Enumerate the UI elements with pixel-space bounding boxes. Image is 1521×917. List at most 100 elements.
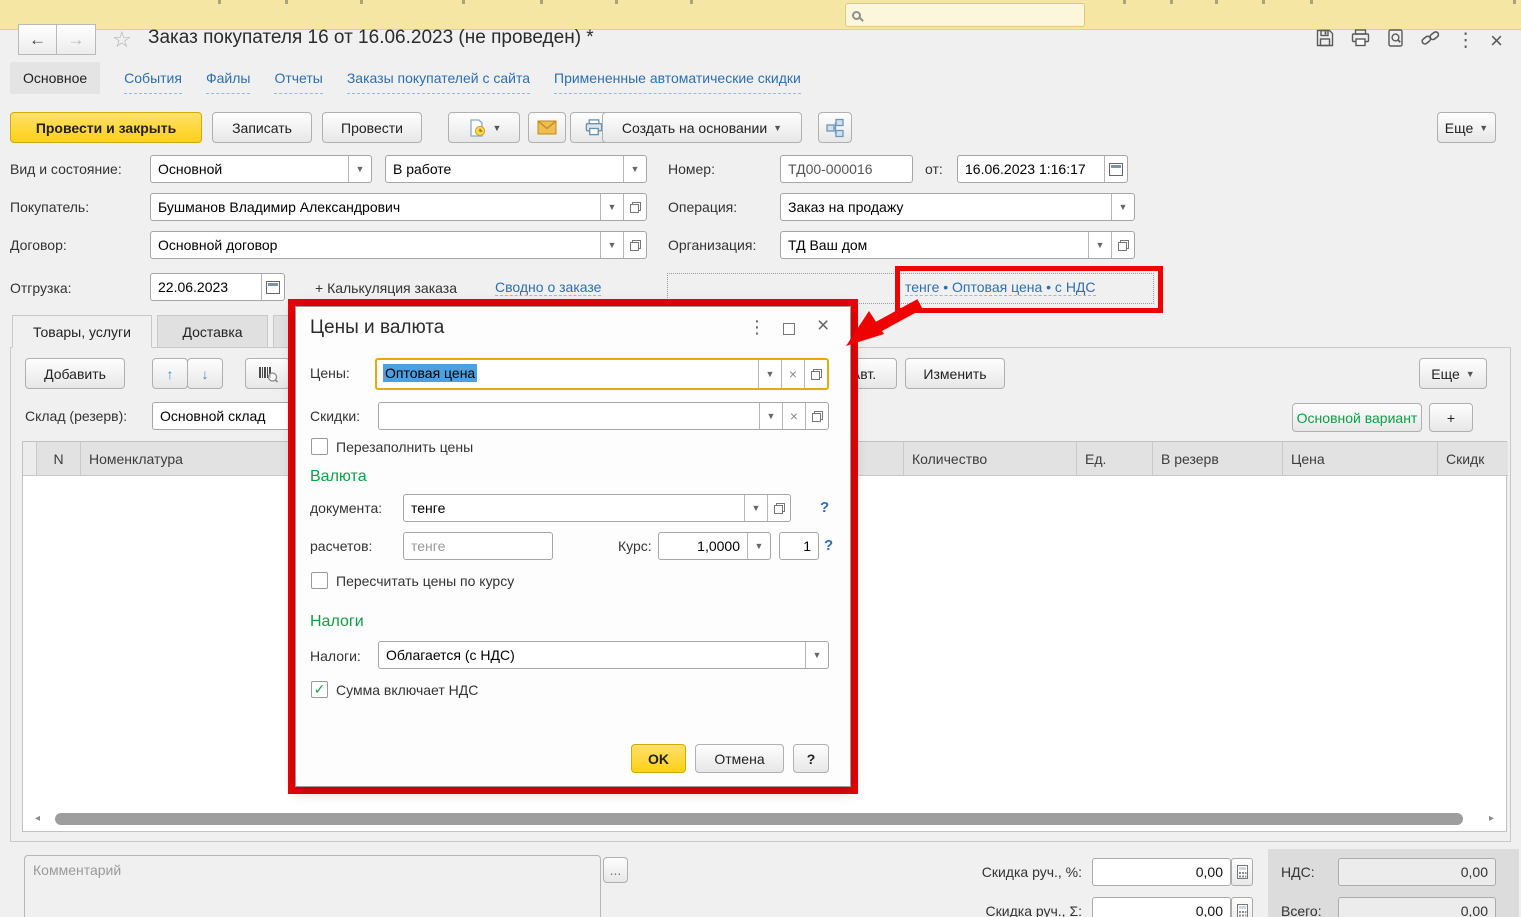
help-question-icon[interactable]: ? — [824, 537, 833, 554]
get-link-icon[interactable] — [1420, 28, 1441, 53]
post-button[interactable]: Провести — [322, 112, 422, 143]
order-calculation-text[interactable]: + Калькуляция заказа — [315, 280, 457, 296]
currency-document-field[interactable]: тенге ▼ — [403, 494, 791, 522]
calculator-button[interactable] — [1231, 897, 1253, 917]
change-button[interactable]: Изменить — [905, 358, 1005, 389]
dropdown-arrow-icon[interactable]: ▼ — [600, 194, 623, 220]
open-item-icon[interactable] — [1111, 232, 1134, 258]
dialog-kebab-icon[interactable]: ⋮ — [748, 317, 766, 338]
clear-icon[interactable]: × — [782, 403, 805, 429]
dialog-close-icon[interactable]: × — [817, 314, 829, 338]
write-button[interactable]: Записать — [212, 112, 312, 143]
dropdown-arrow-icon[interactable]: ▼ — [1111, 194, 1134, 220]
dialog-help-button[interactable]: ? — [793, 744, 829, 773]
open-item-icon[interactable] — [805, 403, 828, 429]
tab-reports[interactable]: Отчеты — [274, 63, 322, 94]
open-item-icon[interactable] — [804, 360, 827, 388]
dropdown-arrow-icon[interactable]: ▼ — [744, 495, 767, 521]
order-kind-select[interactable]: Основной▼ — [150, 155, 372, 183]
document-date-field[interactable]: 16.06.2023 1:16:17 — [957, 155, 1128, 183]
scroll-left-icon[interactable]: ◂ — [35, 812, 40, 826]
form-more-button[interactable]: Еще▼ — [1437, 112, 1496, 143]
clear-icon[interactable]: × — [781, 360, 804, 388]
dialog-maximize-icon[interactable] — [783, 322, 795, 340]
back-button[interactable]: ← — [18, 24, 57, 55]
scroll-right-icon[interactable]: ▸ — [1489, 812, 1494, 826]
global-search-input[interactable] — [845, 3, 1085, 27]
tab-auto-discounts[interactable]: Примененные автоматические скидки — [554, 63, 801, 94]
number-field[interactable]: ТД00-000016 — [780, 155, 913, 183]
close-icon[interactable]: × — [1490, 31, 1503, 51]
tab-delivery[interactable]: Доставка — [157, 315, 268, 348]
discounts-field[interactable]: ▼ × — [378, 402, 829, 430]
view-variant-button[interactable]: Основной вариант — [1292, 403, 1422, 432]
ok-button[interactable]: OK — [631, 744, 686, 773]
shipping-date-field[interactable]: 22.06.2023 — [150, 273, 285, 301]
open-item-icon[interactable] — [767, 495, 790, 521]
prices-field[interactable]: Оптовая цена ▼ × — [375, 358, 829, 390]
help-question-icon[interactable]: ? — [820, 499, 829, 516]
column-header-discount[interactable]: Скидк — [1438, 442, 1508, 476]
dropdown-arrow-icon[interactable]: ▼ — [348, 156, 371, 182]
open-item-icon[interactable] — [623, 194, 646, 220]
dropdown-arrow-icon[interactable]: ▼ — [759, 403, 782, 429]
preview-icon[interactable] — [1386, 28, 1405, 53]
save-icon[interactable] — [1315, 28, 1335, 53]
dropdown-arrow-icon[interactable]: ▼ — [600, 232, 623, 258]
tab-goods-services[interactable]: Товары, услуги — [12, 315, 152, 348]
related-documents-button[interactable] — [818, 112, 852, 143]
calendar-icon[interactable] — [1104, 156, 1127, 182]
recalc-prices-checkbox[interactable] — [311, 572, 328, 589]
manual-discount-sum-field[interactable]: 0,00 — [1092, 897, 1231, 917]
dropdown-arrow-icon[interactable]: ▼ — [1088, 232, 1111, 258]
customer-field[interactable]: Бушманов Владимир Александрович ▼ — [150, 193, 647, 221]
open-item-icon[interactable] — [623, 232, 646, 258]
create-based-on-button[interactable]: Создать на основании▼ — [602, 112, 802, 143]
operation-select[interactable]: Заказ на продажу▼ — [780, 193, 1135, 221]
print-icon[interactable] — [1350, 28, 1371, 53]
column-header-reserve[interactable]: В резерв — [1153, 442, 1283, 476]
posting-results-button[interactable]: ▼ — [448, 112, 520, 143]
forward-button[interactable]: → — [57, 24, 96, 55]
order-summary-link[interactable]: Сводно о заказе — [495, 279, 601, 296]
contract-field[interactable]: Основной договор ▼ — [150, 231, 647, 259]
dropdown-arrow-icon[interactable]: ▼ — [805, 642, 828, 668]
refill-prices-checkbox[interactable] — [311, 438, 328, 455]
scrollbar-thumb[interactable] — [55, 813, 1463, 825]
tab-files[interactable]: Файлы — [206, 63, 250, 94]
column-header-n[interactable]: N — [37, 442, 81, 476]
dropdown-arrow-icon[interactable]: ▼ — [623, 156, 646, 182]
move-up-button[interactable]: ↑ — [152, 358, 188, 389]
add-row-button[interactable]: Добавить — [25, 358, 125, 389]
favorite-star-icon[interactable]: ☆ — [112, 27, 132, 53]
rate-field[interactable]: 1,0000 ▼ — [658, 532, 771, 560]
comment-expand-button[interactable]: ... — [603, 857, 628, 883]
warehouse-field[interactable]: Основной склад — [152, 402, 310, 430]
column-header-price[interactable]: Цена — [1283, 442, 1438, 476]
calculator-button[interactable] — [1231, 858, 1253, 886]
comment-input[interactable]: Комментарий — [24, 855, 601, 917]
calendar-icon[interactable] — [261, 274, 284, 300]
barcode-scan-button[interactable] — [245, 358, 290, 389]
tab-site-orders[interactable]: Заказы покупателей с сайта — [347, 63, 530, 94]
taxes-select[interactable]: Облагается (с НДС) ▼ — [378, 641, 829, 669]
cancel-button[interactable]: Отмена — [695, 744, 784, 773]
vat-included-checkbox[interactable]: ✓ — [311, 681, 328, 698]
horizontal-scrollbar[interactable]: ◂ ▸ — [27, 812, 1502, 826]
send-email-button[interactable] — [528, 112, 566, 143]
organization-field[interactable]: ТД Ваш дом ▼ — [780, 231, 1135, 259]
kebab-menu-icon[interactable]: ⋮ — [1456, 31, 1475, 51]
order-state-select[interactable]: В работе▼ — [385, 155, 647, 183]
tab-events[interactable]: События — [124, 63, 182, 94]
tab-main[interactable]: Основное — [10, 62, 100, 94]
rate-multiplier-field[interactable]: 1 — [779, 532, 819, 560]
add-variant-button[interactable]: + — [1429, 403, 1473, 432]
move-down-button[interactable]: ↓ — [187, 358, 223, 389]
manual-discount-pct-field[interactable]: 0,00 — [1092, 858, 1231, 886]
column-header-unit[interactable]: Ед. — [1077, 442, 1153, 476]
dropdown-arrow-icon[interactable]: ▼ — [758, 360, 781, 388]
post-and-close-button[interactable]: Провести и закрыть — [10, 112, 202, 143]
items-more-button[interactable]: Еще▼ — [1419, 358, 1487, 389]
column-header-quantity[interactable]: Количество — [904, 442, 1077, 476]
dropdown-arrow-icon[interactable]: ▼ — [747, 533, 770, 559]
